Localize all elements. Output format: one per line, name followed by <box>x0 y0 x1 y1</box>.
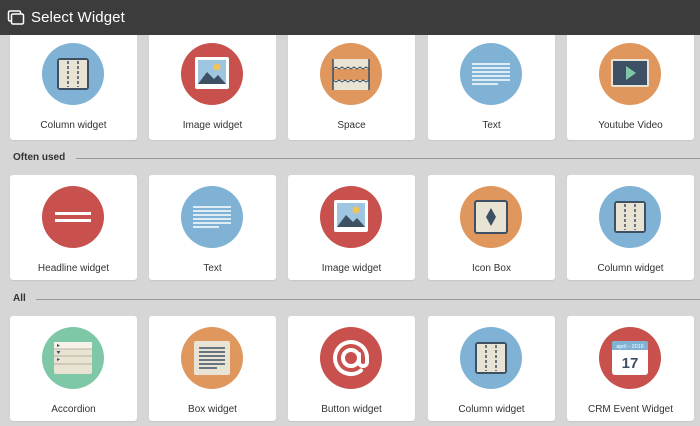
section-divider <box>76 158 700 159</box>
widget-card-text[interactable]: Text <box>149 175 276 280</box>
widget-card-space[interactable]: Space <box>288 35 415 140</box>
dialog-title: Select Widget <box>31 9 125 26</box>
widget-card-box[interactable]: Box widget <box>149 316 276 421</box>
at-sign-icon <box>320 327 382 389</box>
widget-label: Space <box>337 120 366 131</box>
widget-card-text[interactable]: Text <box>428 35 555 140</box>
widget-label: Headline widget <box>37 263 110 274</box>
widget-label: Box widget <box>188 404 237 415</box>
widget-card-accordion[interactable]: Accordion <box>10 316 137 421</box>
image-icon <box>181 43 243 105</box>
icon-box-icon <box>460 186 522 248</box>
accordion-icon <box>42 327 104 389</box>
widget-card-icon-box[interactable]: Icon Box <box>428 175 555 280</box>
calendar-day: 17 <box>622 355 639 372</box>
section-header-all: All <box>0 292 700 308</box>
widget-label: Image widget <box>321 263 382 274</box>
widget-label: Column widget <box>40 120 107 131</box>
section-header-often-used: Often used <box>0 151 700 167</box>
window-icon <box>7 9 25 25</box>
widget-label: Accordion <box>51 404 96 415</box>
widget-card-crm-event[interactable]: april - 2016 17 CRM Event Widget <box>567 316 694 421</box>
space-icon <box>320 43 382 105</box>
widget-card-image[interactable]: Image widget <box>288 175 415 280</box>
widget-card-column[interactable]: Column widget <box>428 316 555 421</box>
recent-widgets-row: Column widget Image widget Space Text Yo… <box>0 35 700 140</box>
column-icon <box>460 327 522 389</box>
widget-label: Text <box>203 263 222 274</box>
widget-label: Text <box>482 120 501 131</box>
widget-label: Image widget <box>182 120 243 131</box>
widget-card-button[interactable]: Button widget <box>288 316 415 421</box>
widget-label: CRM Event Widget <box>587 404 674 415</box>
section-divider <box>36 299 700 300</box>
widget-card-column[interactable]: Column widget <box>567 175 694 280</box>
title-bar: Select Widget <box>0 0 700 35</box>
box-icon <box>181 327 243 389</box>
video-icon <box>599 43 661 105</box>
widget-label: Youtube Video <box>598 120 663 131</box>
calendar-icon: april - 2016 17 <box>599 327 661 389</box>
section-title: Often used <box>13 152 66 163</box>
section-title: All <box>13 293 26 304</box>
widget-list[interactable]: Column widget Image widget Space Text Yo… <box>0 35 700 426</box>
widget-label: Icon Box <box>472 263 511 274</box>
widget-label: Column widget <box>597 263 664 274</box>
often-used-widgets-row: Headline widget Text Image widget Icon B… <box>0 175 700 280</box>
calendar-month: april - 2016 <box>616 344 644 350</box>
column-icon <box>599 186 661 248</box>
widget-card-headline[interactable]: Headline widget <box>10 175 137 280</box>
widget-label: Button widget <box>321 404 382 415</box>
text-icon <box>181 186 243 248</box>
widget-card-column[interactable]: Column widget <box>10 35 137 140</box>
all-widgets-row: Accordion Box widget Button widget Colum… <box>0 316 700 421</box>
image-icon <box>320 186 382 248</box>
text-icon <box>460 43 522 105</box>
widget-card-youtube-video[interactable]: Youtube Video <box>567 35 694 140</box>
column-icon <box>42 43 104 105</box>
widget-card-image[interactable]: Image widget <box>149 35 276 140</box>
widget-label: Column widget <box>458 404 525 415</box>
headline-icon <box>42 186 104 248</box>
